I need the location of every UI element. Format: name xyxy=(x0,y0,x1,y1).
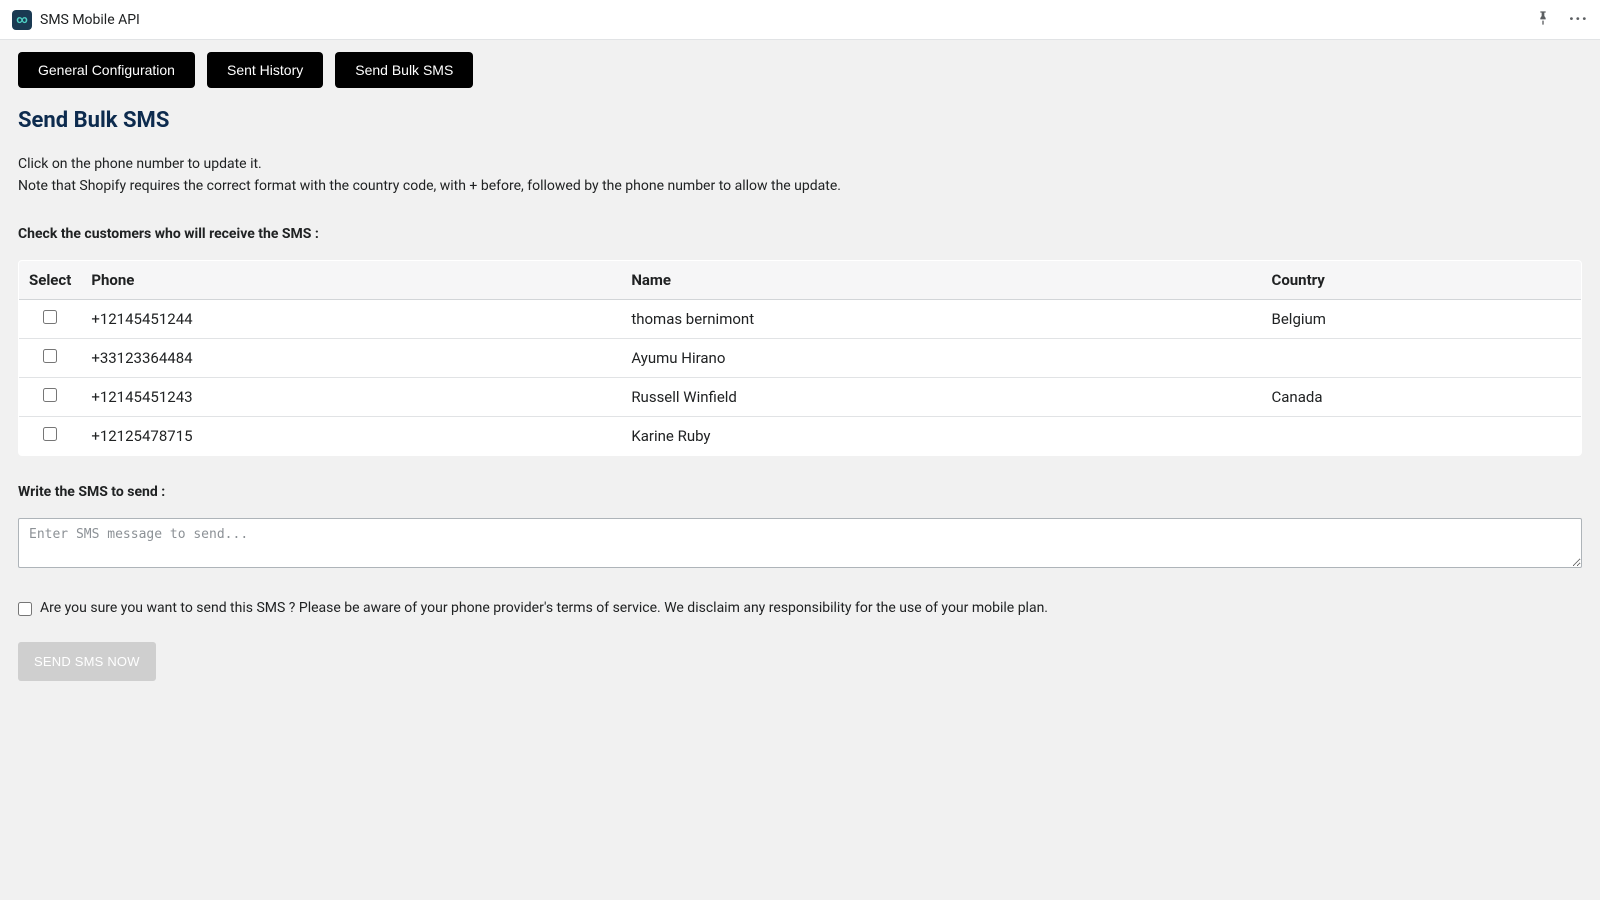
top-bar: ∞ SMS Mobile API ··· xyxy=(0,0,1600,40)
cell-phone[interactable]: +12145451243 xyxy=(81,377,621,416)
customers-table: Select Phone Name Country +12145451244 t… xyxy=(18,260,1582,456)
row-select-checkbox[interactable] xyxy=(43,427,57,441)
cell-country: Belgium xyxy=(1262,299,1582,338)
tab-sent-history[interactable]: Sent History xyxy=(207,52,323,88)
th-phone: Phone xyxy=(81,260,621,299)
cell-country: Canada xyxy=(1262,377,1582,416)
table-row: +12145451244 thomas bernimont Belgium xyxy=(19,299,1582,338)
top-bar-right: ··· xyxy=(1535,10,1588,30)
cell-country xyxy=(1262,338,1582,377)
table-row: +33123364484 Ayumu Hirano xyxy=(19,338,1582,377)
tab-send-bulk-sms[interactable]: Send Bulk SMS xyxy=(335,52,473,88)
app-icon: ∞ xyxy=(12,10,32,30)
cell-phone[interactable]: +12125478715 xyxy=(81,416,621,455)
check-customers-label: Check the customers who will receive the… xyxy=(18,226,1582,242)
row-select-checkbox[interactable] xyxy=(43,310,57,324)
row-select-checkbox[interactable] xyxy=(43,349,57,363)
description-line-1: Click on the phone number to update it. xyxy=(18,153,1582,175)
th-name: Name xyxy=(621,260,1261,299)
top-bar-left: ∞ SMS Mobile API xyxy=(12,10,140,30)
write-sms-label: Write the SMS to send : xyxy=(18,484,1582,500)
confirm-checkbox[interactable] xyxy=(18,602,32,616)
app-title: SMS Mobile API xyxy=(40,12,140,28)
th-select: Select xyxy=(19,260,82,299)
tab-general-configuration[interactable]: General Configuration xyxy=(18,52,195,88)
row-select-checkbox[interactable] xyxy=(43,388,57,402)
cell-name: Karine Ruby xyxy=(621,416,1261,455)
send-sms-button[interactable]: SEND SMS NOW xyxy=(18,642,156,681)
table-row: +12125478715 Karine Ruby xyxy=(19,416,1582,455)
pin-icon[interactable] xyxy=(1535,10,1551,30)
table-row: +12145451243 Russell Winfield Canada xyxy=(19,377,1582,416)
cell-phone[interactable]: +12145451244 xyxy=(81,299,621,338)
description: Click on the phone number to update it. … xyxy=(18,153,1582,198)
tabs: General Configuration Sent History Send … xyxy=(18,52,1582,88)
cell-name: Russell Winfield xyxy=(621,377,1261,416)
page-title: Send Bulk SMS xyxy=(18,108,1582,133)
content: General Configuration Sent History Send … xyxy=(0,40,1600,699)
th-country: Country xyxy=(1262,260,1582,299)
description-line-2: Note that Shopify requires the correct f… xyxy=(18,175,1582,197)
sms-message-input[interactable] xyxy=(18,518,1582,568)
cell-name: thomas bernimont xyxy=(621,299,1261,338)
more-icon[interactable]: ··· xyxy=(1569,11,1588,29)
confirm-row: Are you sure you want to send this SMS ?… xyxy=(18,600,1582,616)
cell-name: Ayumu Hirano xyxy=(621,338,1261,377)
confirm-text: Are you sure you want to send this SMS ?… xyxy=(40,600,1048,616)
cell-phone[interactable]: +33123364484 xyxy=(81,338,621,377)
cell-country xyxy=(1262,416,1582,455)
